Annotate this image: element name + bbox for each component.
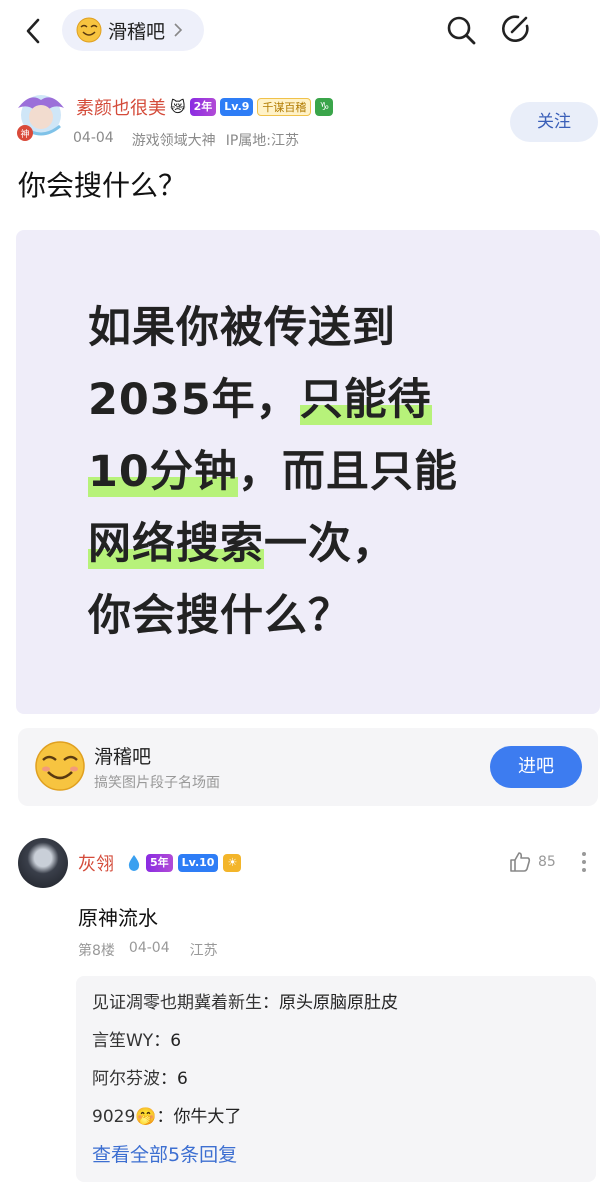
- level-badge: Lv.9: [220, 98, 254, 116]
- post-image[interactable]: 如果你被传送到 2035年，只能待 10分钟，而且只能 网络搜索一次， 你会搜什么？: [16, 230, 600, 714]
- avatar-tag: 神: [20, 128, 29, 140]
- forum-card-name: 滑稽吧: [94, 746, 152, 768]
- forum-card[interactable]: 滑稽吧 搞笑图片段子名场面 进吧: [18, 728, 598, 806]
- like-count: 85: [538, 854, 556, 870]
- commenter-avatar[interactable]: [18, 838, 68, 888]
- more-options-icon[interactable]: [580, 850, 588, 874]
- highlighted-text: 只能待: [299, 375, 432, 425]
- image-text-line: 10分钟，而且只能: [88, 436, 458, 508]
- thumbs-up-icon: [510, 852, 531, 872]
- reply-list: 见证凋零也期冀着新生：原头原脑原肚皮 言笙WY：6 阿尔芬波：6 9029🤭：你…: [76, 976, 596, 1182]
- image-text-line: 如果你被传送到: [88, 292, 458, 364]
- forum-name: 滑稽吧: [108, 20, 166, 43]
- huaji-icon: [76, 17, 102, 43]
- image-text: 如果你被传送到 2035年，只能待 10分钟，而且只能 网络搜索一次， 你会搜什么？: [88, 292, 458, 652]
- post-title: 你会搜什么？: [18, 169, 187, 202]
- reply-item[interactable]: 9029🤭：你牛大了: [92, 1102, 580, 1140]
- search-icon[interactable]: [444, 13, 478, 47]
- years-badge: 5年: [146, 854, 173, 872]
- cat-emoji-icon: 😿: [170, 98, 186, 116]
- author-name[interactable]: 素颜也很美: [76, 94, 166, 120]
- post-author-row: 神 素颜也很美 😿 2年 Lv.9 千谋百稽 ♑ 04-04 游戏领域大神 IP…: [0, 82, 615, 154]
- image-text-line: 2035年，只能待: [88, 364, 458, 436]
- sun-badge-icon: ☀: [223, 854, 242, 872]
- comment-date: 04-04: [128, 940, 170, 956]
- comment-location: 江苏: [189, 943, 218, 959]
- comment-text: 原神流水: [78, 906, 158, 930]
- image-text-segment: 2035年，: [88, 375, 300, 425]
- years-badge: 2年: [189, 98, 217, 116]
- image-text-line: 你会搜什么？: [88, 580, 458, 652]
- author-title: 游戏领域大神: [131, 133, 216, 149]
- huaji-icon: [35, 741, 85, 791]
- image-text-segment: ，而且只能: [237, 447, 458, 497]
- level-badge: Lv.10: [177, 854, 219, 872]
- reply-item[interactable]: 言笙WY：6: [92, 1026, 580, 1064]
- image-text-segment: 你会搜什么？: [88, 591, 352, 641]
- view-all-replies-link[interactable]: 查看全部5条回复: [92, 1140, 580, 1170]
- follow-button[interactable]: 关注: [510, 102, 598, 142]
- ip-location: IP属地:江苏: [225, 133, 299, 149]
- highlighted-text: 10分钟: [88, 447, 238, 497]
- like-button[interactable]: 85: [508, 850, 556, 874]
- post-date: 04-04: [73, 130, 114, 146]
- image-text-line: 网络搜索一次，: [88, 508, 458, 580]
- author-avatar[interactable]: 神: [12, 86, 70, 144]
- rank-badge: 千谋百稽: [257, 98, 312, 116]
- commenter-name[interactable]: 灰翎: [78, 850, 114, 876]
- highlighted-text: 网络搜索: [88, 519, 264, 569]
- water-drop-icon: [128, 855, 140, 871]
- image-text-segment: 如果你被传送到: [88, 303, 396, 353]
- forum-card-desc: 搞笑图片段子名场面: [94, 775, 220, 791]
- reply-item[interactable]: 阿尔芬波：6: [92, 1064, 580, 1102]
- forum-link[interactable]: 滑稽吧: [62, 9, 204, 51]
- zodiac-badge: ♑: [315, 98, 334, 116]
- chevron-right-icon: [174, 23, 183, 37]
- comment-floor: 第8楼: [78, 943, 115, 959]
- reply-item[interactable]: 见证凋零也期冀着新生：原头原脑原肚皮: [92, 988, 580, 1026]
- edit-icon[interactable]: [498, 12, 532, 46]
- image-text-segment: 一次，: [264, 519, 396, 569]
- back-icon[interactable]: [18, 14, 48, 48]
- enter-forum-button[interactable]: 进吧: [490, 746, 582, 788]
- top-bar: 滑稽吧: [0, 0, 615, 62]
